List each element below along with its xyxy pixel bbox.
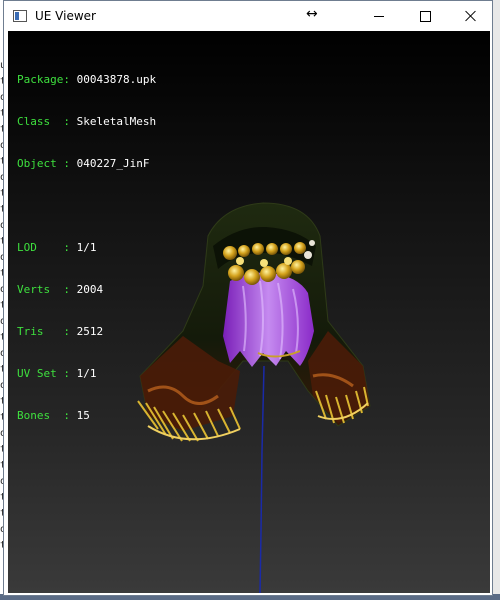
3d-viewport[interactable]: Package: 00043878.upk Class : SkeletalMe…	[8, 31, 490, 593]
minimize-icon	[374, 15, 384, 17]
mesh-render	[137, 202, 371, 593]
hair-mesh	[223, 272, 314, 367]
maximize-button[interactable]	[402, 1, 448, 31]
bone-line	[259, 365, 265, 593]
window-title: UE Viewer	[35, 9, 96, 23]
background-window-edge	[492, 0, 500, 600]
minimize-button[interactable]	[356, 1, 402, 31]
ue-viewer-window: UE Viewer ↔ Package: 00043878.upk Class …	[3, 0, 493, 596]
title-bar[interactable]: UE Viewer ↔	[4, 1, 492, 31]
close-icon	[465, 10, 477, 22]
maximize-icon	[419, 10, 431, 22]
resize-cursor-icon: ↔	[306, 6, 318, 22]
app-icon[interactable]	[13, 10, 27, 22]
close-button[interactable]	[448, 1, 494, 31]
